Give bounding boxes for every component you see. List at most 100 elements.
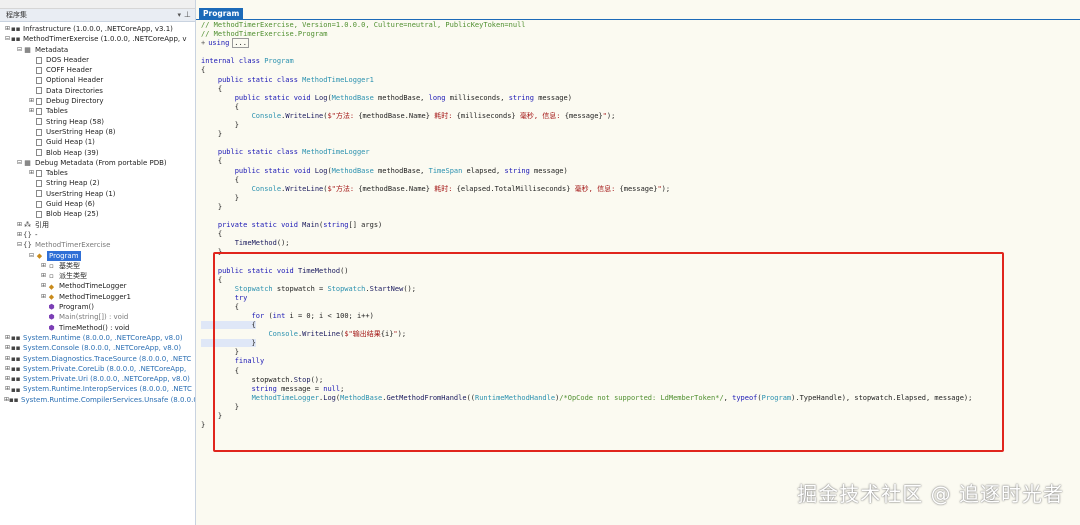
tree-node[interactable]: ⊞ ▪▪ Infrastructure (1.0.0.0, .NETCoreApp,… xyxy=(0,24,195,34)
expand-icon[interactable]: ⊞ xyxy=(40,292,47,302)
tree-node[interactable]: ⊞ ▪▪ System.Private.Uri (8.0.0.0, .NETCore… xyxy=(0,374,195,384)
tree-node[interactable]: Blob Heap (25) xyxy=(0,209,195,219)
tree-node[interactable]: ⊞ Debug Directory xyxy=(0,96,195,106)
expand-icon[interactable]: ⊞ xyxy=(28,96,35,106)
tree-node[interactable]: ⊞ ▪▪ System.Diagnostics.TraceSource (8.0.0… xyxy=(0,354,195,364)
expand-icon[interactable]: ⊞ xyxy=(4,343,11,353)
tree-node[interactable]: ⊟ ▪▪ MethodTimerExercise (1.0.0.0, .NETCor… xyxy=(0,34,195,44)
code-line: { xyxy=(201,367,1080,376)
expand-icon[interactable]: ⊞ xyxy=(40,281,47,291)
tree-node[interactable]: String Heap (58) xyxy=(0,117,195,127)
code-token: string xyxy=(504,166,530,175)
code-token: , xyxy=(723,393,733,402)
tree-node[interactable]: ⬢ TimeMethod() : void xyxy=(0,323,195,333)
tree-node[interactable]: ⊞ ▪▪ System.Private.CoreLib (8.0.0.0, .NET… xyxy=(0,364,195,374)
expand-icon[interactable]: ⊞ xyxy=(28,168,35,178)
collapse-icon[interactable]: ⊟ xyxy=(16,158,23,168)
file-icon xyxy=(36,138,42,146)
tree-node[interactable]: ⊞ Tables xyxy=(0,168,195,178)
tree-node[interactable]: Guid Heap (6) xyxy=(0,199,195,209)
code-token: ; xyxy=(340,384,345,393)
expand-icon[interactable]: ⊞ xyxy=(40,271,47,281)
dropdown-icon[interactable]: ▾ xyxy=(177,9,181,21)
tree-node[interactable]: ⊞ ▪▪ System.Runtime.CompilerServices.Unsaf… xyxy=(0,395,195,405)
tree-node[interactable]: ⬢ Program() xyxy=(0,302,195,312)
code-token: public static class xyxy=(217,75,303,84)
code-line: { xyxy=(201,321,1080,330)
tree-node[interactable]: ⊟{} MethodTimerExercise xyxy=(0,240,195,250)
tree-node[interactable]: ⊟ ▦ Metadata xyxy=(0,45,195,55)
expand-icon[interactable]: ⊞ xyxy=(28,106,35,116)
file-icon xyxy=(36,97,42,105)
tab-program[interactable]: Program xyxy=(199,8,244,19)
code-line: { xyxy=(201,103,1080,112)
code-token: () xyxy=(340,266,349,275)
code-token: 毫秒, 信息: xyxy=(570,184,620,193)
tree-node[interactable]: ⊟ ◆ Program xyxy=(0,250,195,261)
tree-node[interactable]: ⊞ ◆ MethodTimeLogger xyxy=(0,281,195,291)
code-line: private static void Main(string[] args) xyxy=(201,221,1080,230)
tree-node-label: COFF Header xyxy=(46,66,93,75)
expand-icon[interactable]: ⊞ xyxy=(4,364,11,374)
tree-node[interactable]: ⬢ Main(string[]) : void xyxy=(0,312,195,322)
tree-node[interactable]: Data Directories xyxy=(0,86,195,96)
expand-icon[interactable]: ⊞ xyxy=(4,374,11,384)
code-line: public static class MethodTimeLogger1 xyxy=(201,76,1080,85)
tree-node[interactable]: ⊞ ▫ 基类型 xyxy=(0,261,195,271)
tree-node-label: Tables xyxy=(46,169,68,178)
code-token: string xyxy=(323,221,349,230)
code-token: Program xyxy=(264,57,294,66)
tree-node[interactable]: ⊞ ◆ MethodTimeLogger1 xyxy=(0,292,195,302)
tree-node[interactable]: ⊞ Tables xyxy=(0,106,195,116)
expand-icon[interactable]: ⊞ xyxy=(4,333,11,343)
code-line: MethodTimeLogger.Log(MethodBase.GetMetho… xyxy=(201,394,1080,403)
expand-icon[interactable]: ⊞ xyxy=(4,384,11,394)
tree-node[interactable]: COFF Header xyxy=(0,65,195,75)
code-line: { xyxy=(201,230,1080,239)
file-icon xyxy=(36,210,42,218)
pin-icon[interactable]: ⊥ xyxy=(184,9,191,21)
tree-node[interactable]: ⊞ ⁂ 引用 xyxy=(0,220,195,230)
code-line: { xyxy=(201,157,1080,166)
code-line: } xyxy=(201,348,1080,357)
tree-node[interactable]: ⊞ ▪▪ System.Console (8.0.0.0, .NETCoreApp,… xyxy=(0,343,195,353)
code-token: Log xyxy=(314,166,328,175)
collapse-icon[interactable]: ⊟ xyxy=(4,34,11,44)
tree-node[interactable]: String Heap (2) xyxy=(0,178,195,188)
tree-node[interactable]: ⊞ ▪▪ System.Runtime.InteropServices (8.0.0… xyxy=(0,384,195,394)
tree-node[interactable]: Blob Heap (39) xyxy=(0,148,195,158)
tree-node[interactable]: ⊞ ▪▪ System.Runtime (8.0.0.0, .NETCoreApp,… xyxy=(0,333,195,343)
expand-icon[interactable]: ⊞ xyxy=(4,354,11,364)
collapse-icon[interactable]: ⊟ xyxy=(16,45,23,55)
code-token: { xyxy=(201,302,239,311)
tree-node[interactable]: UserString Heap (8) xyxy=(0,127,195,137)
collapse-icon[interactable]: ⊟ xyxy=(28,251,35,261)
code-token: $"方法: xyxy=(327,184,359,193)
expand-icon[interactable]: ⊞ xyxy=(16,230,23,240)
code-token: MethodBase xyxy=(331,93,374,102)
code-token: Console xyxy=(251,111,282,120)
tree-node-label: System.Console (8.0.0.0, .NETCoreApp, v8… xyxy=(23,344,182,353)
tree-node[interactable]: ⊞ ▫ 派生类型 xyxy=(0,271,195,281)
expand-icon[interactable]: ⊞ xyxy=(40,261,47,271)
expand-icon[interactable]: ⊞ xyxy=(4,24,11,34)
code-line: } xyxy=(201,421,1080,430)
tree-node[interactable]: UserString Heap (1) xyxy=(0,189,195,199)
collapse-icon[interactable]: ⊟ xyxy=(16,240,23,250)
expand-icon[interactable]: ⊞ xyxy=(16,220,23,230)
tree-node[interactable]: Guid Heap (1) xyxy=(0,137,195,147)
code-token: MethodTimeLogger xyxy=(302,148,370,157)
tree-node[interactable]: ⊞{} - xyxy=(0,230,195,240)
code-token: /*OpCode not supported: LdMemberToken*/ xyxy=(559,393,724,402)
tree-node[interactable]: DOS Header xyxy=(0,55,195,65)
tree-node-label: Data Directories xyxy=(46,86,103,95)
code-token: 耗时: xyxy=(429,184,457,193)
tree-node[interactable]: ⊟ ▦ Debug Metadata (From portable PDB) xyxy=(0,158,195,168)
tree-node[interactable]: Optional Header xyxy=(0,75,195,85)
code-token: (); xyxy=(403,284,416,293)
